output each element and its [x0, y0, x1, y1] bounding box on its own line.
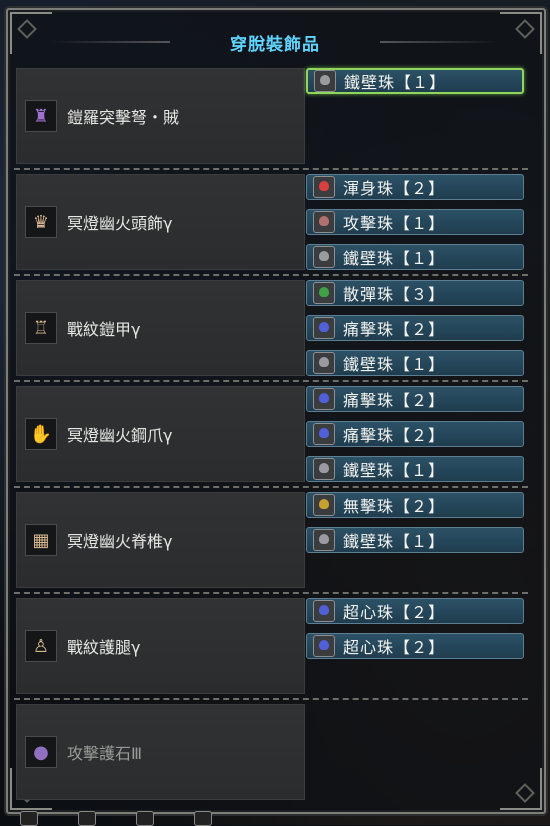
page-title: 穿脫裝飾品: [230, 34, 320, 55]
decoration-label: 鐵壁珠【１】: [343, 249, 446, 268]
decoration-label: 痛擊珠【２】: [343, 320, 446, 339]
hint-toggle: [194, 811, 212, 826]
decoration-gem-icon: [313, 600, 335, 622]
decoration-slot[interactable]: 痛擊珠【２】: [306, 421, 524, 447]
decoration-slot[interactable]: 鐵壁珠【１】: [306, 456, 524, 482]
decoration-label: 鐵壁珠【１】: [343, 355, 446, 374]
equipment-row: ✋ 冥燈幽火鋼爪γ 痛擊珠【２】 痛擊珠【２】 鐵壁珠【１】: [14, 382, 528, 488]
decoration-slot[interactable]: 超心珠【２】: [306, 633, 524, 659]
button-glyph-icon: [78, 811, 96, 826]
chest-armor-icon: ♖: [25, 312, 57, 344]
equipment-row: ▦ 冥燈幽火脊椎γ 無擊珠【２】 鐵壁珠【１】: [14, 488, 528, 594]
decoration-slot[interactable]: 鐵壁珠【１】: [306, 244, 524, 270]
decoration-slot[interactable]: 超心珠【２】: [306, 598, 524, 624]
decoration-gem-icon: [313, 635, 335, 657]
equipment-card[interactable]: ● 攻擊護石Ⅲ: [16, 704, 305, 800]
decoration-gem-icon: [313, 282, 335, 304]
button-glyph-icon: [194, 811, 212, 826]
decoration-slot[interactable]: 鐵壁珠【１】: [306, 68, 524, 94]
decoration-gem-icon: [313, 317, 335, 339]
hint-remove: [136, 811, 154, 826]
button-glyph-icon: [20, 811, 38, 826]
decoration-slot[interactable]: 散彈珠【３】: [306, 280, 524, 306]
decoration-label: 鐵壁珠【１】: [343, 461, 446, 480]
equipment-card[interactable]: ♖ 戰紋鎧甲γ: [16, 280, 305, 376]
decoration-slot[interactable]: 痛擊珠【２】: [306, 315, 524, 341]
title-bar: 穿脫裝飾品: [50, 22, 500, 62]
decoration-gem-icon: [313, 211, 335, 233]
equipment-card[interactable]: ▦ 冥燈幽火脊椎γ: [16, 492, 305, 588]
equipment-card[interactable]: ♙ 戰紋護腿γ: [16, 598, 305, 694]
decoration-label: 散彈珠【３】: [343, 285, 446, 304]
decoration-gem-icon: [313, 352, 335, 374]
equipment-card[interactable]: ✋ 冥燈幽火鋼爪γ: [16, 386, 305, 482]
decoration-slot[interactable]: 鐵壁珠【１】: [306, 527, 524, 553]
equipment-name: 冥燈幽火鋼爪γ: [67, 426, 173, 445]
decoration-label: 攻擊珠【１】: [343, 214, 446, 233]
decoration-gem-icon: [313, 423, 335, 445]
equipment-list: ♜ 鎧羅突擊弩・賊 鐵壁珠【１】 ♛ 冥燈幽火頭飾γ 渾身珠【２】 攻擊珠【１】 鐵壁珠【１】…: [14, 64, 528, 804]
decoration-label: 痛擊珠【２】: [343, 391, 446, 410]
equipment-row: ♜ 鎧羅突擊弩・賊 鐵壁珠【１】: [14, 64, 528, 170]
corner-ornament: [10, 12, 52, 54]
decoration-slot[interactable]: 攻擊珠【１】: [306, 209, 524, 235]
equipment-name: 冥燈幽火脊椎γ: [67, 532, 173, 551]
hint-back: [78, 811, 96, 826]
hint-confirm: [20, 811, 38, 826]
decoration-slot[interactable]: 痛擊珠【２】: [306, 386, 524, 412]
decoration-gem-icon: [313, 176, 335, 198]
decoration-slot[interactable]: 渾身珠【２】: [306, 174, 524, 200]
decoration-label: 鐵壁珠【１】: [343, 532, 446, 551]
equipment-card[interactable]: ♛ 冥燈幽火頭飾γ: [16, 174, 305, 270]
waist-armor-icon: ▦: [25, 524, 57, 556]
equipment-card[interactable]: ♜ 鎧羅突擊弩・賊: [16, 68, 305, 164]
decoration-gem-icon: [313, 246, 335, 268]
decoration-slot[interactable]: 無擊珠【２】: [306, 492, 524, 518]
equipment-name: 冥燈幽火頭飾γ: [67, 214, 173, 233]
equipment-row: ♛ 冥燈幽火頭飾γ 渾身珠【２】 攻擊珠【１】 鐵壁珠【１】: [14, 170, 528, 276]
decoration-label: 痛擊珠【２】: [343, 426, 446, 445]
charm-icon: ●: [25, 736, 57, 768]
decoration-slot[interactable]: 鐵壁珠【１】: [306, 350, 524, 376]
gauntlet-icon: ✋: [25, 418, 57, 450]
leg-armor-icon: ♙: [25, 630, 57, 662]
decoration-gem-icon: [313, 529, 335, 551]
decoration-gem-icon: [313, 388, 335, 410]
equipment-name: 戰紋鎧甲γ: [67, 320, 141, 339]
equipment-row: ♖ 戰紋鎧甲γ 散彈珠【３】 痛擊珠【２】 鐵壁珠【１】: [14, 276, 528, 382]
decoration-label: 無擊珠【２】: [343, 497, 446, 516]
decoration-label: 渾身珠【２】: [343, 179, 446, 198]
button-glyph-icon: [136, 811, 154, 826]
equipment-row: ♙ 戰紋護腿γ 超心珠【２】 超心珠【２】: [14, 594, 528, 700]
equipment-row: ● 攻擊護石Ⅲ: [14, 700, 528, 804]
equipment-name: 鎧羅突擊弩・賊: [67, 108, 180, 127]
decoration-label: 鐵壁珠【１】: [344, 73, 447, 92]
decoration-gem-icon: [314, 70, 336, 92]
equipment-name: 攻擊護石Ⅲ: [67, 744, 143, 763]
equipment-name: 戰紋護腿γ: [67, 638, 141, 657]
button-hints: [20, 811, 530, 826]
decoration-label: 超心珠【２】: [343, 638, 446, 657]
decoration-gem-icon: [313, 494, 335, 516]
corner-ornament: [500, 12, 542, 54]
decoration-label: 超心珠【２】: [343, 603, 446, 622]
helmet-icon: ♛: [25, 206, 57, 238]
weapon-icon: ♜: [25, 100, 57, 132]
decoration-gem-icon: [313, 458, 335, 480]
